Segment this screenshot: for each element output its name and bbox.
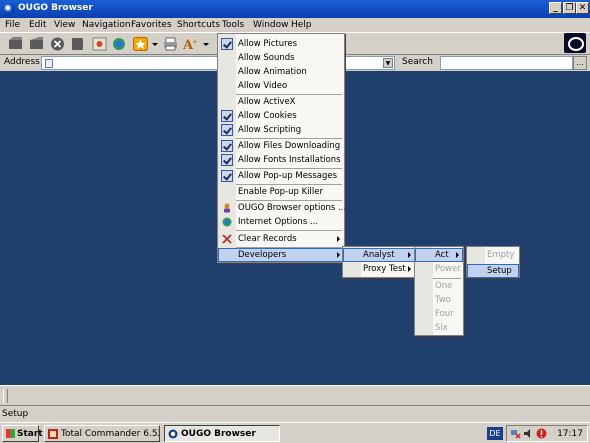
menu-item-clear-records[interactable]: Clear Records [218,232,344,246]
tools-menu: Allow Pictures Allow Sounds Allow Animat… [217,33,346,263]
menu-item-two: Two [435,295,451,305]
page-icon[interactable] [70,37,85,51]
submenu-arrow-icon [456,252,459,258]
window-title: OUGO Browser [18,3,93,13]
menu-file[interactable]: File [5,20,20,30]
page-icon [45,59,53,68]
taskbar-item-ougo-browser[interactable]: OUGO Browser [164,425,280,442]
status-text: Setup [2,409,29,419]
menu-item-allow-sounds[interactable]: Allow Sounds [218,51,344,65]
menu-item-allow-cookies[interactable]: Allow Cookies [218,109,344,123]
menu-item-analyst[interactable]: Analyst [343,248,415,262]
settings-icon[interactable] [92,37,107,51]
clear-records-icon [222,234,232,244]
menu-item-allow-popup-messages[interactable]: Allow Pop-up Messages [218,169,344,183]
address-label: Address [4,57,40,67]
ougo-logo [564,33,586,53]
menu-help[interactable]: Help [291,20,312,30]
menu-item-six: Six [435,323,448,333]
back-icon[interactable] [8,37,23,51]
print-icon[interactable] [163,37,178,51]
clock: 17:17 [557,429,583,439]
language-indicator[interactable]: DE [487,427,503,440]
status-bar: Setup [0,405,590,421]
taskbar-item-total-commander[interactable]: Total Commander 6.52 - ... [44,425,160,442]
menu-item-one: One [435,281,453,291]
checkmark-icon [221,38,233,50]
ougo-options-icon [224,203,230,213]
address-dropdown-button[interactable]: ▼ [383,58,393,68]
system-tray: DE 17:17 [487,425,588,442]
stop-icon[interactable] [50,37,65,51]
forward-icon[interactable] [29,37,44,51]
chevron-down-icon[interactable] [202,37,210,51]
title-bar: OUGO Browser _ ❐ ✕ [0,0,590,18]
menu-item-allow-video[interactable]: Allow Video [218,79,344,93]
search-globe-icon[interactable] [112,37,127,51]
network-icon[interactable] [510,428,521,439]
menu-item-power: Power [435,264,461,274]
start-button[interactable]: Start [2,425,43,442]
developers-submenu: Analyst Proxy Test [342,246,416,278]
font-size-icon[interactable]: A+ [183,37,198,51]
search-label: Search [402,57,433,67]
windows-flag-icon [6,429,15,438]
menu-item-developers[interactable]: Developers [218,248,344,262]
ougo-app-icon [3,3,15,15]
menu-view[interactable]: View [54,20,75,30]
analyst-submenu: Act Power One Two Four Six [414,246,464,336]
checkmark-icon [221,154,233,166]
search-input[interactable] [440,56,573,70]
submenu-arrow-icon [337,236,340,242]
menu-tools[interactable]: Tools [222,20,244,30]
menu-shortcuts[interactable]: Shortcuts [177,20,220,30]
menu-edit[interactable]: Edit [29,20,46,30]
menu-item-allow-activex[interactable]: Allow ActiveX [218,95,344,109]
internet-options-icon [222,217,232,227]
menu-item-proxy-test[interactable]: Proxy Test [343,262,415,276]
menu-item-empty: Empty [487,250,515,260]
close-button[interactable]: ✕ [576,2,589,14]
menu-separator [236,230,342,231]
menu-item-ougo-browser-options[interactable]: OUGO Browser options ... [218,201,346,215]
svg-text:+: + [192,38,198,46]
menu-item-allow-pictures[interactable]: Allow Pictures [218,37,344,51]
security-alert-icon[interactable] [536,428,547,439]
menu-favorites[interactable]: Favorites [131,20,172,30]
menu-bar: File Edit View Navigation Favorites Shor… [0,18,590,32]
menu-item-setup[interactable]: Setup [467,264,519,278]
taskbar: Start Total Commander 6.52 - ... OUGO Br… [0,422,590,443]
menu-item-enable-popup-killer[interactable]: Enable Pop-up Killer [218,185,344,199]
favorites-star-icon[interactable] [133,37,148,51]
search-options-button[interactable]: ... [573,56,587,70]
maximize-button[interactable]: ❐ [563,2,576,14]
chevron-down-icon[interactable] [151,37,159,51]
menu-item-act[interactable]: Act [415,248,463,262]
checkmark-icon [221,124,233,136]
menu-item-four: Four [435,309,454,319]
menu-navigation[interactable]: Navigation [82,20,131,30]
total-commander-icon [48,429,58,439]
volume-icon[interactable] [523,428,534,439]
menu-item-allow-scripting[interactable]: Allow Scripting [218,123,344,137]
menu-item-allow-files-downloading[interactable]: Allow Files Downloading [218,139,344,153]
checkmark-icon [221,170,233,182]
ougo-app-icon [168,429,178,439]
menu-item-allow-animation[interactable]: Allow Animation [218,65,344,79]
menu-item-allow-fonts-installations[interactable]: Allow Fonts Installations [218,153,344,167]
minimize-button[interactable]: _ [549,2,562,14]
bottom-toolbar [0,385,590,405]
checkmark-icon [221,110,233,122]
menu-item-internet-options[interactable]: Internet Options ... [218,215,344,229]
submenu-arrow-icon [337,252,340,258]
checkmark-icon [221,140,233,152]
submenu-arrow-icon [408,266,411,272]
submenu-arrow-icon [408,252,411,258]
act-submenu: Empty Setup [466,246,520,278]
menu-window[interactable]: Window [253,20,289,30]
